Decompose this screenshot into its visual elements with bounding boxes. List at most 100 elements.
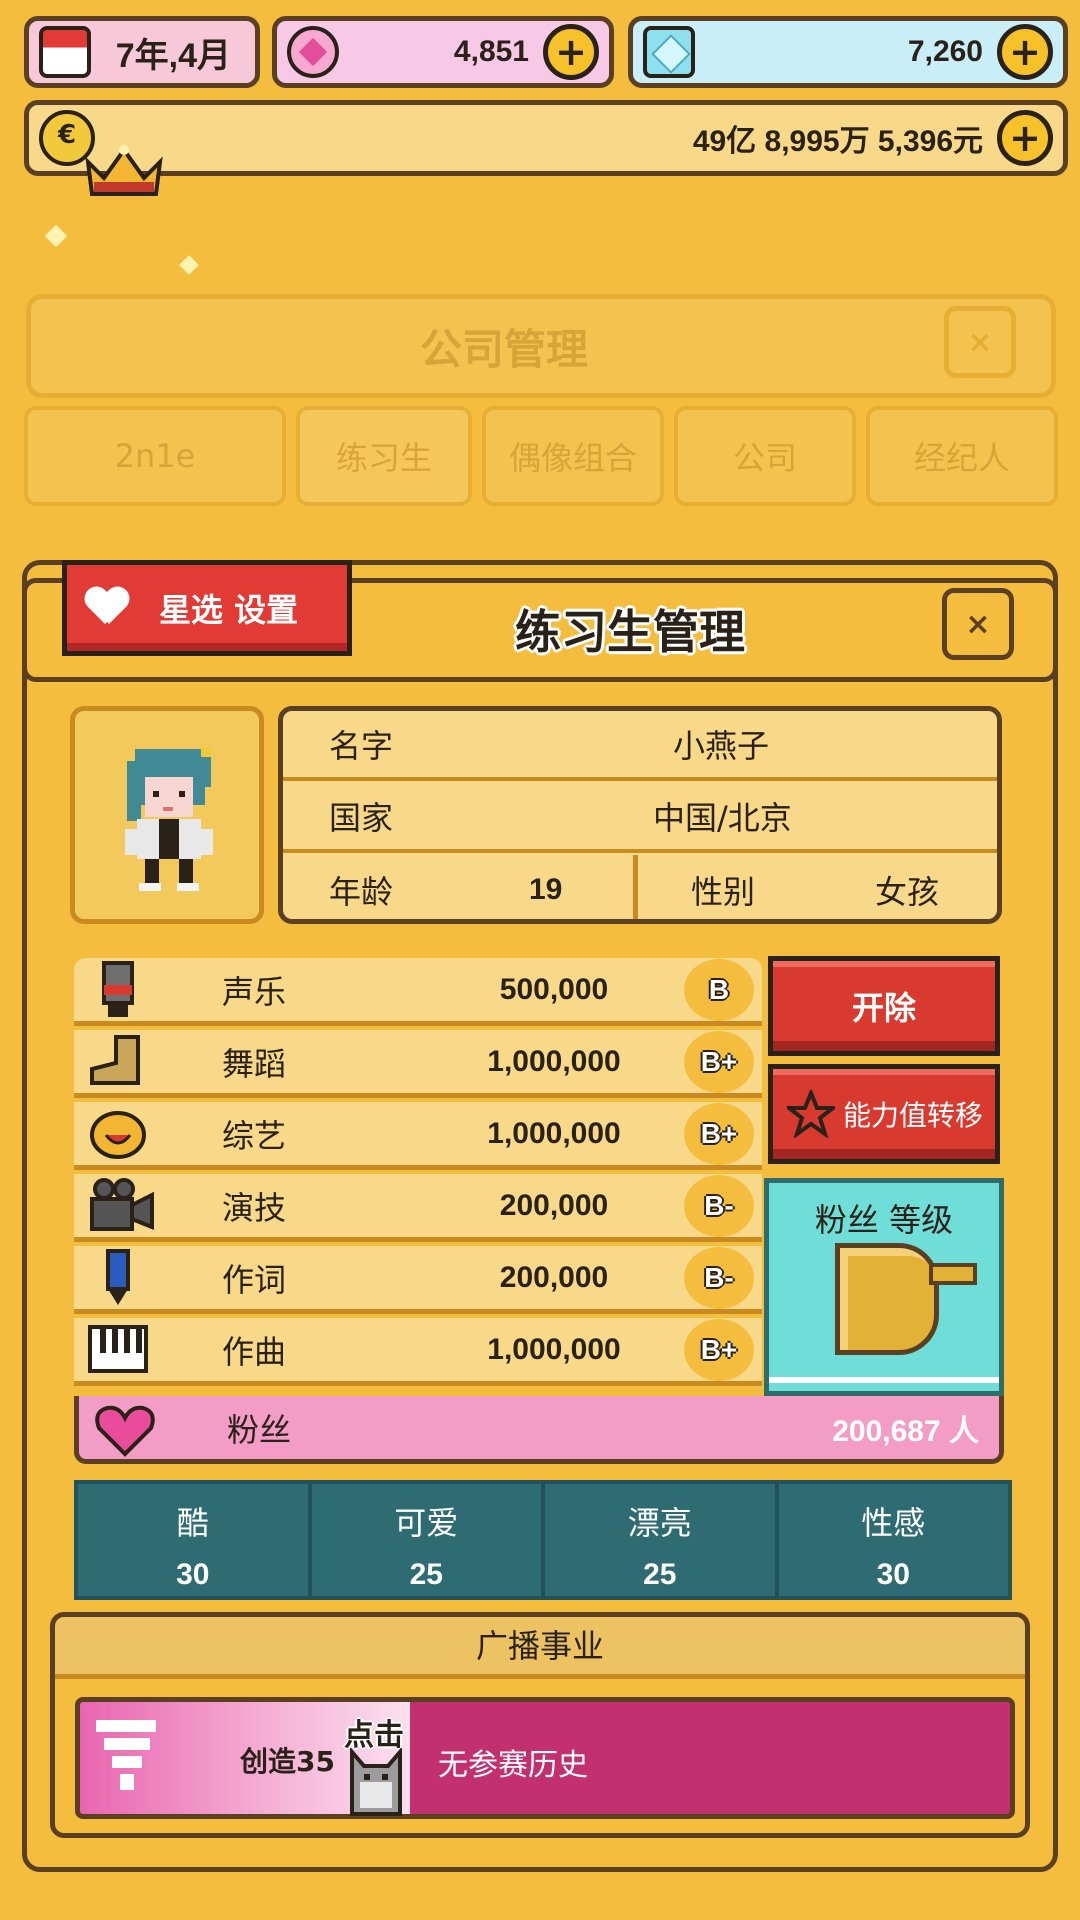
stat-grade: B — [684, 958, 754, 1021]
attribute-label: 性感 — [861, 1504, 926, 1542]
attribute-label: 酷 — [176, 1504, 209, 1542]
fan-level-flag — [929, 1263, 977, 1285]
pink-gem-count: 4,851 — [453, 35, 529, 68]
cat-mascot-icon[interactable] — [346, 1748, 406, 1818]
trainee-sprite — [125, 747, 213, 891]
crown-icon — [85, 145, 163, 196]
boot-icon — [90, 1034, 140, 1085]
stat-row-variety[interactable]: 综艺 1,000,000 B+ — [74, 1102, 762, 1170]
fan-level-panel: 粉丝 等级 D — [764, 1178, 1004, 1396]
stat-value: 1,000,000 — [487, 1116, 621, 1150]
age-label: 年龄 — [329, 873, 394, 911]
sparkle-icon — [44, 224, 68, 248]
background-tab: 经纪人 — [866, 406, 1058, 506]
fire-button[interactable]: 开除 — [768, 956, 1000, 1056]
cell-divider — [633, 855, 638, 919]
fans-row: 粉丝 200,687 人 — [74, 1396, 1004, 1464]
stat-row-vocal[interactable]: 声乐 500,000 B — [74, 958, 762, 1026]
stat-grade: B- — [684, 1246, 754, 1309]
pink-gem-icon — [287, 26, 339, 78]
stat-value: 1,000,000 — [487, 1044, 621, 1078]
country-row: 国家 中国/北京 — [283, 783, 997, 853]
background-tab: 练习生 — [296, 406, 472, 506]
background-tab: 2n1e — [24, 406, 286, 506]
favorite-settings-button[interactable]: 星选 设置 — [62, 560, 352, 656]
name-value: 小燕子 — [673, 727, 770, 765]
stat-name: 作词 — [222, 1260, 287, 1299]
date-text: 7年,4月 — [115, 36, 231, 75]
heart-icon — [95, 1405, 155, 1457]
attribute-label: 漂亮 — [627, 1504, 692, 1542]
country-value: 中国/北京 — [653, 799, 792, 837]
stat-row-dance[interactable]: 舞蹈 1,000,000 B+ — [74, 1030, 762, 1098]
broadcast-title: 广播事业 — [55, 1617, 1025, 1679]
gender-label: 性别 — [691, 873, 756, 911]
piano-icon — [88, 1324, 148, 1373]
microphone-icon — [102, 960, 134, 1017]
stat-value: 1,000,000 — [487, 1332, 621, 1366]
pen-icon — [106, 1248, 130, 1305]
money-bar: 49亿 8,995万 5,396元 + — [24, 100, 1068, 176]
show-name: 创造35 — [240, 1745, 335, 1778]
age-value: 19 — [529, 873, 563, 906]
trainee-info-table: 名字 小燕子 国家 中国/北京 年龄 19 性别 女孩 — [278, 706, 1002, 924]
background-tab: 公司 — [674, 406, 856, 506]
close-button[interactable]: × — [942, 588, 1014, 660]
stat-name: 舞蹈 — [222, 1044, 287, 1083]
add-pink-gem-button[interactable]: + — [543, 24, 599, 80]
country-label: 国家 — [329, 799, 394, 837]
blue-gem-count: 7,260 — [907, 35, 983, 68]
stat-name: 综艺 — [222, 1116, 287, 1155]
background-tab: 偶像组合 — [482, 406, 664, 506]
attribute-value: 25 — [409, 1558, 443, 1591]
blue-gem-icon — [643, 26, 695, 78]
name-row: 名字 小燕子 — [283, 711, 997, 781]
background-tabs: 2n1e 练习生 偶像组合 公司 经纪人 — [24, 406, 1058, 510]
pink-gem-bar: 4,851 + — [272, 16, 614, 88]
add-money-button[interactable]: + — [997, 110, 1053, 166]
transfer-ability-label: 能力值转移 — [843, 1099, 984, 1132]
fan-level-label: 粉丝 等级 — [814, 1201, 954, 1239]
attribute-cute: 可爱 25 — [312, 1484, 545, 1596]
name-label: 名字 — [329, 727, 394, 765]
add-blue-gem-button[interactable]: + — [997, 24, 1053, 80]
trainee-portrait[interactable] — [70, 706, 264, 924]
stat-value: 200,000 — [499, 1188, 609, 1222]
stat-name: 声乐 — [222, 972, 287, 1011]
background-title: 公司管理 — [420, 325, 589, 374]
money-amount: 49亿 8,995万 5,396元 — [692, 125, 983, 158]
stat-name: 演技 — [222, 1188, 287, 1227]
stat-grade: B+ — [684, 1030, 754, 1093]
background-close-button: × — [944, 306, 1016, 378]
stats-table: 声乐 500,000 B 舞蹈 1,000,000 B+ 综艺 1,000,00… — [74, 958, 762, 1394]
stat-grade: B- — [684, 1174, 754, 1237]
attribute-value: 30 — [176, 1558, 210, 1591]
attribute-cool: 酷 30 — [78, 1484, 312, 1596]
gender-value: 女孩 — [875, 873, 940, 911]
stat-name: 作曲 — [222, 1332, 287, 1371]
fan-level-grade: D — [835, 1243, 939, 1355]
date-display: 7年,4月 — [24, 16, 260, 88]
attribute-label: 可爱 — [394, 1504, 459, 1542]
stat-row-lyrics[interactable]: 作词 200,000 B- — [74, 1246, 762, 1314]
modal-title: 练习生管理 — [515, 605, 745, 659]
favorite-settings-label: 星选 设置 — [159, 591, 299, 629]
history-text: 无参赛历史 — [438, 1748, 588, 1783]
calendar-icon — [39, 26, 91, 78]
stat-value: 200,000 — [499, 1260, 609, 1294]
stat-grade: B+ — [684, 1102, 754, 1165]
attribute-sexy: 性感 30 — [779, 1484, 1009, 1596]
stat-value: 500,000 — [499, 972, 609, 1006]
star-icon — [787, 1090, 835, 1138]
tornado-icon — [96, 1720, 156, 1790]
smiley-icon — [90, 1110, 146, 1159]
stat-row-acting[interactable]: 演技 200,000 B- — [74, 1174, 762, 1242]
stat-grade: B+ — [684, 1318, 754, 1381]
heart-icon — [85, 588, 129, 628]
fan-level-base — [769, 1377, 999, 1383]
sparkle-icon — [179, 255, 199, 275]
stat-row-compose[interactable]: 作曲 1,000,000 B+ — [74, 1318, 762, 1386]
broadcast-section: 广播事业 创造35 无参赛历史 — [50, 1612, 1030, 1838]
transfer-ability-button[interactable]: 能力值转移 — [768, 1064, 1000, 1164]
broadcast-show-bar[interactable]: 创造35 无参赛历史 — [75, 1697, 1015, 1819]
